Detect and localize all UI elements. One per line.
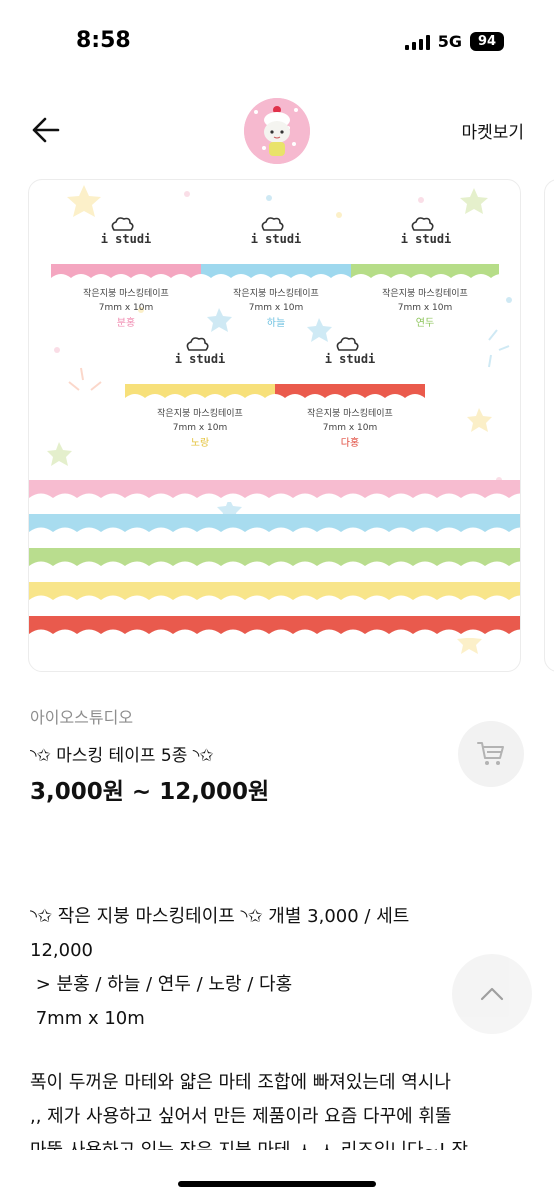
seller-avatar[interactable] — [244, 98, 310, 164]
cart-button[interactable] — [458, 721, 524, 787]
body-line: 폭이 두꺼운 마테와 얇은 마테 조합에 빠져있는데 역시나 — [30, 1072, 451, 1093]
signal-icon — [404, 34, 430, 50]
top-nav: 마켓보기 — [0, 96, 554, 164]
tape-label: 작은지붕 마스킹테이프 — [307, 409, 393, 419]
body-line: ,, 제가 사용하고 싶어서 만든 제품이라 요즘 다꾸에 휘뚤 — [30, 1106, 452, 1127]
product-title: ◝✩ 마스킹 테이프 5종 ◝✩ — [30, 746, 214, 766]
product-description: ◝✩ 작은 지붕 마스킹테이프 ◝✩ 개별 3,000 / 세트 12,000 … — [30, 900, 530, 1036]
tape-size: 7mm x 10m — [397, 303, 453, 313]
battery-icon: 94 — [470, 32, 504, 51]
home-indicator — [178, 1181, 376, 1187]
bottom-fade — [0, 1150, 554, 1200]
chevron-up-icon — [480, 987, 504, 1001]
product-price: 3,000원 ~ 12,000원 — [30, 779, 270, 805]
description-line: 12,000 — [30, 940, 93, 961]
tape-color-name: 하늘 — [266, 318, 286, 329]
seller-name[interactable]: 아이오스튜디오 — [30, 704, 133, 728]
tape-size: 7mm x 10m — [248, 303, 304, 313]
tape-label: 작은지붕 마스킹테이프 — [233, 289, 319, 299]
brand-logo: i studi — [250, 232, 302, 246]
product-image[interactable]: i studi i studi i studi i studi i studi … — [28, 179, 521, 672]
tape-label: 작은지붕 마스킹테이프 — [83, 289, 169, 299]
tape-color-name: 분홍 — [116, 318, 136, 329]
status-indicators: 5G 94 — [404, 32, 504, 51]
status-time: 8:58 — [76, 28, 131, 53]
description-line: ◝✩ 작은 지붕 마스킹테이프 ◝✩ 개별 3,000 / 세트 — [30, 906, 410, 927]
back-button[interactable] — [28, 112, 64, 148]
brand-logo: i studi — [100, 232, 152, 246]
avatar-character-image — [244, 98, 310, 164]
product-body-text: 폭이 두꺼운 마테와 얇은 마테 조합에 빠져있는데 역시나 ,, 제가 사용하… — [30, 1066, 530, 1154]
tape-color-name: 노랑 — [190, 438, 210, 449]
network-label: 5G — [437, 32, 462, 51]
tape-size: 7mm x 10m — [98, 303, 154, 313]
brand-logo: i studi — [400, 232, 452, 246]
brand-logo: i studi — [174, 352, 226, 366]
tape-size: 7mm x 10m — [172, 423, 228, 433]
arrow-left-icon — [32, 117, 60, 143]
tape-label: 작은지붕 마스킹테이프 — [157, 409, 243, 419]
next-image-peek[interactable] — [544, 179, 554, 672]
market-view-link[interactable]: 마켓보기 — [461, 118, 524, 143]
tape-color-name: 연두 — [415, 318, 435, 329]
scroll-top-button[interactable] — [452, 954, 532, 1034]
cart-icon — [477, 742, 504, 765]
tape-color-name: 다홍 — [340, 438, 360, 449]
brand-logo: i studi — [324, 352, 376, 366]
status-bar: 8:58 5G 94 — [0, 0, 554, 86]
tape-label: 작은지붕 마스킹테이프 — [382, 289, 468, 299]
tape-size: 7mm x 10m — [322, 423, 378, 433]
